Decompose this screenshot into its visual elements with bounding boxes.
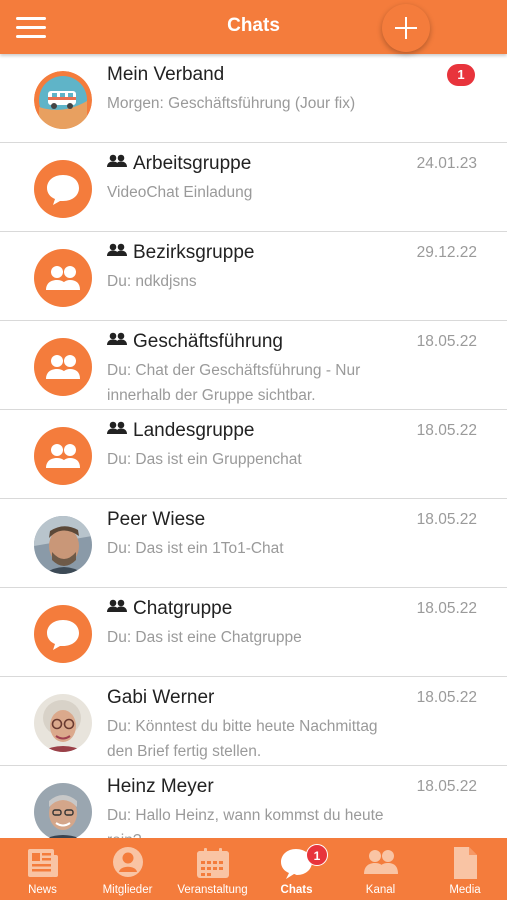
chat-date: 18.05.22 [416,600,477,617]
bottom-tab-bar: News Mitglieder Veranstaltung 1 Chats Ka… [0,838,507,900]
tab-label: Media [449,884,481,896]
chat-last-message: VideoChat Einladung [107,184,253,201]
chat-name: Bezirksgruppe [107,242,254,264]
chat-row-arbeitsgruppe[interactable]: Arbeitsgruppe VideoChat Einladung 24.01.… [0,143,507,232]
chat-bubble-icon [34,605,92,663]
tab-news[interactable]: News [0,838,85,900]
chat-date: 18.05.22 [416,333,477,350]
chat-last-message: Du: Das ist ein 1To1-Chat [107,540,284,557]
chat-row-mein-verband[interactable]: Mein Verband Morgen: Geschäftsführung (J… [0,54,507,143]
chat-name: Heinz Meyer [107,776,214,797]
add-chat-button[interactable] [382,4,430,52]
tab-kanal[interactable]: Kanal [338,838,423,900]
chat-date: 18.05.22 [416,422,477,439]
chat-last-message: Du: Das ist eine Chatgruppe [107,629,302,646]
avatar [34,783,92,838]
chat-row-geschaeftsfuehrung[interactable]: Geschäftsführung Du: Chat der Geschäftsf… [0,321,507,410]
group-icon [34,249,92,307]
chat-name: Gabi Werner [107,687,215,708]
group-icon [107,243,127,256]
chat-name: Arbeitsgruppe [107,153,251,175]
chat-row-gabi-werner[interactable]: Gabi Werner Du: Könntest du bitte heute … [0,677,507,766]
person-icon [112,847,143,877]
tab-mitglieder[interactable]: Mitglieder [85,838,170,900]
group-icon [34,427,92,485]
chat-name: Mein Verband [107,64,225,85]
document-icon [454,847,477,879]
chat-last-message: Du: Hallo Heinz, wann kommst du heute re… [107,807,384,838]
tab-label: Veranstaltung [177,884,248,896]
chat-date: 18.05.22 [416,511,477,528]
group-icon [107,599,127,612]
chat-name: Geschäftsführung [107,331,283,353]
chat-row-bezirksgruppe[interactable]: Bezirksgruppe Du: ndkdjsns 29.12.22 [0,232,507,321]
chat-last-message: Du: Chat der Geschäftsführung - Nur inne… [107,362,361,404]
chat-name: Landesgruppe [107,420,255,442]
chat-last-message: Morgen: Geschäftsführung (Jour fix) [107,95,356,112]
group-icon [107,421,127,434]
avatar [34,71,92,129]
app-header: Chats [0,0,507,54]
chat-row-landesgruppe[interactable]: Landesgruppe Du: Das ist ein Gruppenchat… [0,410,507,499]
avatar [34,694,92,752]
news-icon [27,849,58,877]
chat-list: Mein Verband Morgen: Geschäftsführung (J… [0,54,507,838]
tab-label: Mitglieder [102,884,153,896]
chat-date: 29.12.22 [416,244,477,261]
chat-name: Chatgruppe [107,598,232,620]
chat-bubble-icon [34,160,92,218]
chat-last-message: Du: Das ist ein Gruppenchat [107,451,302,468]
tab-chats[interactable]: 1 Chats [255,838,338,900]
chat-date: 18.05.22 [416,778,477,795]
avatar [34,516,92,574]
chat-last-message: Du: ndkdjsns [107,273,197,290]
group-icon [107,154,127,167]
chat-row-heinz-meyer[interactable]: Heinz Meyer Du: Hallo Heinz, wann kommst… [0,766,507,838]
tab-label: Chats [280,884,313,896]
chat-row-chatgruppe[interactable]: Chatgruppe Du: Das ist eine Chatgruppe 1… [0,588,507,677]
tab-chats-badge: 1 [306,844,328,866]
calendar-icon [196,848,229,878]
group-icon [107,332,127,345]
group-icon [363,850,398,874]
tab-label: Kanal [365,884,396,896]
chat-date: 24.01.23 [416,155,477,172]
tab-veranstaltung[interactable]: Veranstaltung [170,838,255,900]
chat-row-peer-wiese[interactable]: Peer Wiese Du: Das ist ein 1To1-Chat 18.… [0,499,507,588]
unread-badge: 1 [447,64,475,86]
chat-name: Peer Wiese [107,509,206,530]
group-icon [34,338,92,396]
chat-last-message: Du: Könntest du bitte heute Nachmittag d… [107,718,378,760]
tab-label: News [28,884,57,896]
tab-media[interactable]: Media [423,838,507,900]
chat-date: 18.05.22 [416,689,477,706]
page-title: Chats [227,15,280,36]
